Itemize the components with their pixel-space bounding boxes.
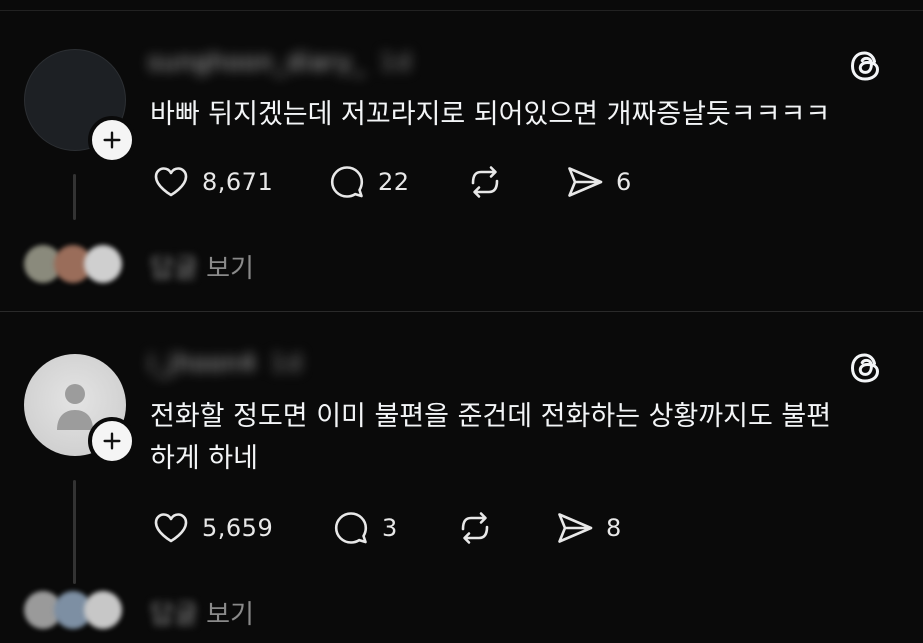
post-text: 전화할 정도면 이미 불편을 준건데 전화하는 상황까지도 불편 하게 하네 bbox=[150, 401, 832, 474]
comment-button[interactable]: 3 bbox=[330, 506, 398, 550]
share-count: 8 bbox=[606, 514, 622, 542]
repost-icon bbox=[471, 166, 499, 198]
share-button[interactable]: 6 bbox=[564, 160, 632, 204]
heart-icon bbox=[154, 167, 188, 197]
username[interactable]: i_jhoon4 1d bbox=[148, 349, 303, 377]
thread-post: i_jhoon4 1d 전화할 정도면 이미 불편을 준건데 전화하는 상황까지도… bbox=[0, 312, 923, 643]
follow-button[interactable] bbox=[88, 116, 136, 164]
like-count: 8,671 bbox=[202, 168, 274, 196]
share-icon bbox=[568, 167, 603, 197]
threads-logo-icon[interactable] bbox=[846, 348, 886, 388]
thread-post: sunghoon_diary_ 1d 바빠 뒤지겠는데 저꼬라지로 되어있으면 개… bbox=[0, 0, 923, 312]
thread-line bbox=[73, 174, 76, 220]
comment-button[interactable]: 22 bbox=[326, 160, 410, 204]
like-count: 5,659 bbox=[202, 514, 274, 542]
comment-count: 3 bbox=[382, 514, 398, 542]
default-avatar-icon bbox=[57, 384, 93, 430]
share-count: 6 bbox=[616, 168, 632, 196]
plus-icon bbox=[103, 432, 121, 450]
threads-logo-icon[interactable] bbox=[846, 46, 886, 86]
follow-button[interactable] bbox=[88, 417, 136, 465]
comment-count: 22 bbox=[378, 168, 410, 196]
thread-line bbox=[73, 480, 76, 584]
plus-icon bbox=[103, 131, 121, 149]
share-button[interactable]: 8 bbox=[554, 506, 622, 550]
repost-button[interactable] bbox=[464, 160, 506, 204]
comment-icon bbox=[334, 512, 368, 544]
repost-icon bbox=[461, 512, 489, 544]
view-replies-label: 답글 보기 bbox=[150, 600, 254, 630]
comment-icon bbox=[330, 166, 364, 198]
heart-icon bbox=[154, 513, 188, 543]
view-replies-label: 답글 보기 bbox=[150, 254, 254, 284]
username[interactable]: sunghoon_diary_ 1d bbox=[148, 48, 412, 76]
repost-button[interactable] bbox=[454, 506, 496, 550]
like-button[interactable]: 5,659 bbox=[150, 506, 273, 550]
reply-avatar bbox=[84, 245, 122, 283]
share-icon bbox=[558, 513, 593, 543]
reply-avatar bbox=[84, 591, 122, 629]
post-text: 바빠 뒤지겠는데 저꼬라지로 되어있으면 개짜증날듯ㅋㅋㅋㅋ bbox=[150, 99, 831, 130]
like-button[interactable]: 8,671 bbox=[150, 160, 273, 204]
